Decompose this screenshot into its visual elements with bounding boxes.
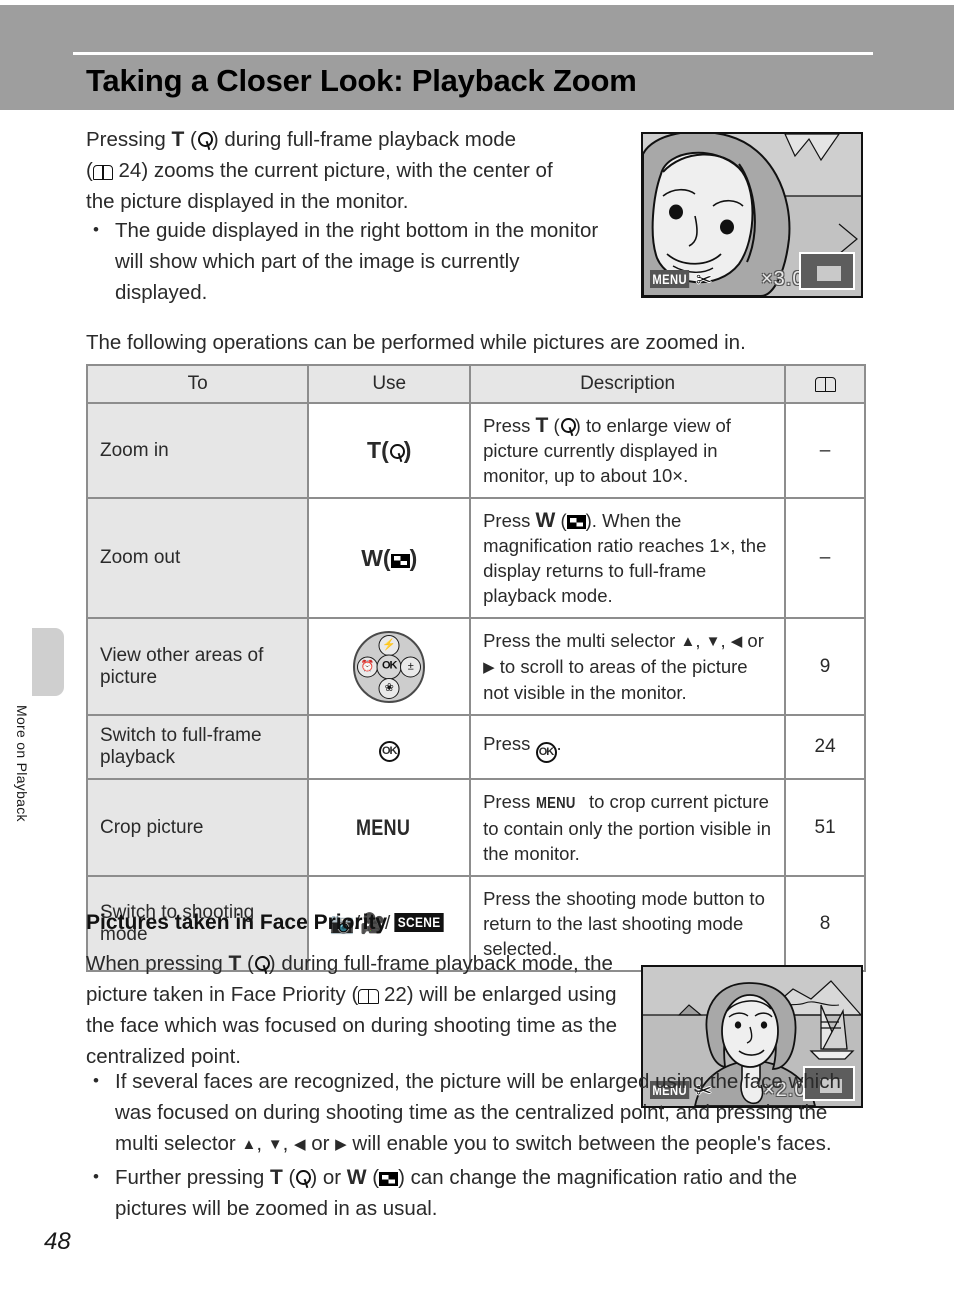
arrow-left-icon: ◀ [294, 1136, 306, 1153]
column-header-to: To [85, 364, 310, 404]
header-rule [73, 52, 873, 55]
row-label-crop-picture: Crop picture [85, 778, 310, 877]
row-description-zoom-out: Press W (). When the magnification ratio… [469, 497, 787, 619]
row-label-zoom-out: Zoom out [85, 497, 310, 619]
macro-icon: ❀ [378, 677, 400, 699]
scene-mode-badge: SCENE [394, 912, 445, 932]
row-description-crop-picture: Press MENU to crop current picture to co… [469, 778, 787, 877]
self-timer-icon: ⏰ [357, 656, 379, 677]
book-reference-icon [815, 376, 836, 392]
t-button-label: T [269, 1166, 283, 1189]
flash-icon: ⚡ [378, 634, 400, 656]
table-row: Zoom out W() Press W (). When the magnif… [85, 497, 866, 619]
intro-line2-pre: ( [86, 159, 93, 182]
row-description-zoom-in: Press T () to enlarge view of picture cu… [469, 402, 787, 499]
table-row: Switch to full-frame playback OK Press O… [85, 714, 866, 780]
zoom-in-magnifier-icon [197, 131, 213, 150]
ok-button-icon: OK [535, 742, 557, 763]
row-label-switch-full-frame: Switch to full-frame playback [85, 714, 310, 780]
table-header-row: To Use Description [85, 364, 866, 404]
w-button-label: W [535, 509, 556, 532]
table-row: Crop picture MENU Press MENU to crop cur… [85, 778, 866, 877]
row-page-ref: – [784, 497, 866, 619]
t-button-label: T [171, 128, 185, 151]
zoom-in-magnifier-icon [295, 1169, 312, 1188]
table-lead-in: The following operations can be performe… [86, 331, 746, 354]
side-tab-marker [32, 628, 64, 696]
page-title: Taking a Closer Look: Playback Zoom [86, 63, 637, 98]
t-button-label: T [228, 952, 242, 975]
section-heading-face-priority: Pictures taken in Face Priority [86, 911, 388, 934]
thumbnail-wide-icon [379, 1172, 399, 1186]
menu-button-label: MENU [535, 795, 576, 812]
scissors-icon: ✂ [696, 270, 712, 291]
t-button-label: T [367, 437, 382, 463]
ok-button-icon: OK [378, 740, 400, 762]
intro-line1-pre: Pressing [86, 128, 172, 151]
zoom-in-magnifier-icon [254, 955, 270, 974]
t-button-label: T [535, 414, 549, 437]
monitor-screenshot-zoom-face: MENU ✂ ×3.0 [641, 132, 863, 298]
table-row: View other areas of picture ⚡ ⏰ OK ± ❀ P… [85, 617, 866, 716]
face-priority-bullet-list: If several faces are recognized, the pic… [86, 1065, 861, 1226]
w-button-label: W [346, 1166, 367, 1189]
column-header-description: Description [469, 364, 787, 404]
list-item: If several faces are recognized, the pic… [86, 1065, 861, 1160]
column-header-use: Use [307, 364, 472, 404]
zoom-in-magnifier-icon [560, 417, 576, 436]
column-header-page-ref [784, 364, 866, 404]
intro-line3: the picture displayed in the monitor. [86, 190, 409, 213]
intro-line1-post: ) during full-frame playback mode [211, 128, 517, 151]
arrow-down-icon: ▼ [705, 633, 721, 650]
w-button-label: W [361, 544, 383, 571]
row-page-ref: 24 [784, 714, 866, 780]
arrow-right-icon: ▶ [335, 1136, 347, 1153]
row-control-zoom-out: W() [307, 497, 472, 619]
arrow-up-icon: ▲ [241, 1136, 257, 1153]
thumbnail-wide-icon [390, 553, 410, 568]
row-control-ok-button: OK [307, 714, 472, 780]
zoom-in-magnifier-icon [389, 443, 405, 462]
ok-button-icon: OK [376, 654, 402, 679]
arrow-up-icon: ▲ [680, 633, 696, 650]
row-label-zoom-in: Zoom in [85, 402, 310, 499]
manual-page: Taking a Closer Look: Playback Zoom More… [0, 0, 954, 1314]
list-item: Further pressing T () or W () can change… [86, 1161, 861, 1224]
exposure-compensation-icon: ± [400, 656, 422, 677]
osd-zoom-ratio: ×3.0 [761, 268, 805, 290]
multi-selector-dial-icon: ⚡ ⏰ OK ± ❀ [353, 630, 426, 703]
menu-button-label: MENU [356, 814, 411, 840]
book-reference-icon [358, 988, 379, 1004]
row-page-ref: – [784, 402, 866, 499]
intro-paragraph: Pressing T ( ) during full-frame playback… [86, 128, 553, 213]
page-header-banner: Taking a Closer Look: Playback Zoom [0, 5, 954, 110]
row-control-multi-selector: ⚡ ⏰ OK ± ❀ [307, 617, 472, 716]
table-row: Zoom in T() Press T () to enlarge view o… [85, 402, 866, 499]
row-description-view-other-areas: Press the multi selector ▲, ▼, ◀ or ▶ to… [469, 617, 787, 716]
row-description-switch-full-frame: Press OK. [469, 714, 787, 780]
row-control-zoom-in: T() [307, 402, 472, 499]
face-priority-paragraph: When pressing T () during full-frame pla… [86, 952, 618, 1068]
row-page-ref: 8 [784, 875, 866, 972]
intro-line2-post: 24) zooms the current picture, with the … [112, 159, 553, 182]
row-control-menu-button: MENU [307, 778, 472, 877]
intro-bullet-list: The guide displayed in the right bottom … [86, 214, 614, 310]
zoom-guide-box [799, 252, 855, 290]
operations-table: To Use Description Zoom in T() Press T (… [85, 364, 866, 972]
arrow-right-icon: ▶ [483, 659, 495, 676]
row-page-ref: 51 [784, 778, 866, 877]
page-number: 48 [44, 1228, 71, 1255]
row-page-ref: 9 [784, 617, 866, 716]
arrow-left-icon: ◀ [730, 633, 743, 650]
arrow-down-icon: ▼ [267, 1136, 283, 1153]
zoom-guide-inner [817, 266, 841, 281]
row-label-view-other-areas: View other areas of picture [85, 617, 310, 716]
osd-menu-label: MENU [650, 270, 690, 288]
thumbnail-wide-icon [566, 515, 586, 529]
side-tab-label: More on Playback [14, 705, 30, 822]
book-reference-icon [92, 164, 114, 180]
list-item: The guide displayed in the right bottom … [86, 214, 614, 308]
